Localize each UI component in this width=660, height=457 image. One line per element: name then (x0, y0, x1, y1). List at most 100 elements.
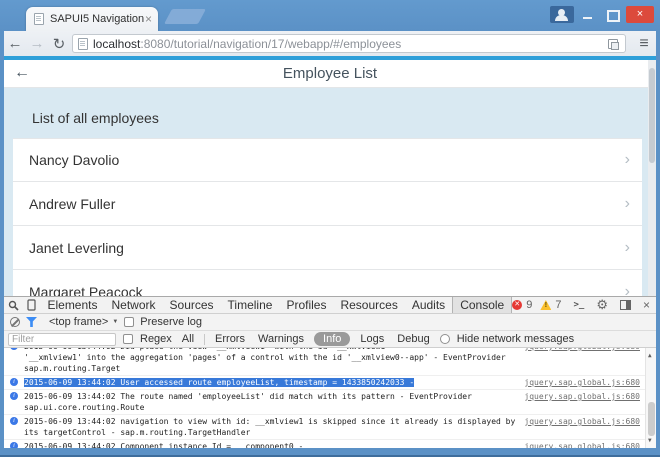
maximize-button[interactable] (602, 6, 622, 23)
console-message[interactable]: i jquery.sap.global.js:680 2015-06-09 13… (4, 348, 656, 376)
scroll-down-icon[interactable]: ▼ (648, 435, 652, 446)
chevron-down-icon: ▼ (112, 319, 118, 325)
filter-funnel-icon[interactable] (26, 317, 37, 327)
info-icon: i (10, 392, 18, 400)
tab-sources[interactable]: Sources (163, 297, 221, 313)
message-line: sap.ui.core.routing.Route (24, 402, 570, 413)
divider (204, 334, 205, 345)
error-count[interactable]: 9 (526, 299, 532, 311)
source-link[interactable]: jquery.sap.global.js:680 (524, 348, 640, 352)
console-message[interactable]: i jquery.sap.global.js:680 2015-06-09 13… (4, 390, 656, 415)
level-debug[interactable]: Debug (394, 333, 432, 345)
source-link[interactable]: jquery.sap.global.js:680 (524, 416, 640, 427)
preserve-log-checkbox[interactable] (124, 317, 134, 327)
devtools-close-icon[interactable]: × (643, 298, 650, 312)
window-close-button[interactable]: × (626, 6, 654, 23)
chevron-right-icon: › (625, 283, 630, 297)
error-icon[interactable]: ✕ (512, 300, 522, 310)
message-line: '__xmlview1' into the aggregation 'pages… (24, 352, 570, 374)
clear-console-icon[interactable] (10, 317, 20, 327)
inspect-element-icon[interactable] (4, 297, 22, 313)
tab-timeline[interactable]: Timeline (221, 297, 280, 313)
reload-icon[interactable]: ↻ (48, 35, 70, 53)
browser-tab[interactable]: SAPUI5 Navigation × (26, 7, 158, 31)
warning-icon[interactable]: ! (540, 300, 551, 310)
profile-icon[interactable] (550, 6, 574, 23)
favicon-page-icon (34, 13, 44, 25)
tab-console[interactable]: Console (452, 297, 512, 313)
titlebar: SAPUI5 Navigation × × (0, 0, 660, 31)
browser-toolbar: ← → ↻ localhost:8080/tutorial/navigation… (4, 31, 656, 56)
message-line: its targetControl - sap.m.routing.Target… (24, 427, 570, 438)
level-warnings[interactable]: Warnings (255, 333, 307, 345)
source-link[interactable]: jquery.sap.global.js:680 (524, 377, 640, 388)
level-errors[interactable]: Errors (212, 333, 248, 345)
regex-label: Regex (140, 333, 172, 345)
employee-name: Janet Leverling (29, 240, 625, 256)
console-drawer-icon[interactable]: >_ (573, 300, 584, 310)
employee-name: Margaret Peacock (29, 284, 625, 297)
message-line: 2015-06-09 13:44:02 Component instance I… (24, 441, 570, 448)
list-item[interactable]: Margaret Peacock › (13, 270, 642, 296)
preserve-log-label: Preserve log (140, 316, 202, 328)
list-item[interactable]: Janet Leverling › (13, 226, 642, 270)
scroll-up-icon[interactable]: ▲ (648, 350, 652, 361)
tab-elements[interactable]: Elements (40, 297, 104, 313)
window-bottom-border (0, 448, 660, 457)
employee-name: Andrew Fuller (29, 196, 625, 212)
console-message[interactable]: i jquery.sap.global.js:680 2015-06-09 13… (4, 440, 656, 448)
employee-name: Nancy Davolio (29, 152, 625, 168)
chevron-right-icon: › (625, 151, 630, 169)
tiles-icon[interactable] (608, 39, 618, 49)
source-link[interactable]: jquery.sap.global.js:680 (524, 391, 640, 402)
frame-selector[interactable]: <top frame> ▼ (49, 316, 118, 328)
chevron-right-icon: › (625, 195, 630, 213)
console-messages: i jquery.sap.global.js:680 2015-06-09 13… (4, 348, 656, 448)
regex-checkbox[interactable] (123, 334, 133, 344)
frame-selector-label: <top frame> (49, 316, 108, 328)
devtools-tabbar: Elements Network Sources Timeline Profil… (4, 297, 656, 314)
page-scrollbar[interactable] (648, 60, 656, 296)
app-back-icon[interactable]: ← (14, 64, 30, 82)
console-message-selected[interactable]: i jquery.sap.global.js:680 2015-06-09 13… (4, 376, 656, 390)
forward-icon[interactable]: → (26, 35, 48, 52)
level-all[interactable]: All (179, 333, 197, 345)
page-title: Employee List (4, 60, 656, 88)
url-host: localhost (93, 37, 140, 51)
employee-list: Nancy Davolio › Andrew Fuller › Janet Le… (13, 138, 642, 296)
page-icon (78, 38, 88, 50)
warning-count[interactable]: 7 (555, 299, 561, 311)
tab-profiles[interactable]: Profiles (279, 297, 333, 313)
filter-input[interactable] (8, 333, 116, 346)
url-path: :8080/tutorial/navigation/17/webapp/#/em… (140, 37, 401, 51)
console-scrollbar[interactable]: ▲ ▼ (645, 348, 656, 448)
info-icon: i (10, 378, 18, 386)
source-link[interactable]: jquery.sap.global.js:680 (524, 441, 640, 448)
level-logs[interactable]: Logs (357, 333, 387, 345)
new-tab-button[interactable] (164, 9, 206, 24)
scrollbar-thumb[interactable] (648, 402, 655, 436)
hide-network-label: Hide network messages (457, 333, 574, 345)
minimize-button[interactable] (578, 6, 598, 23)
list-item[interactable]: Andrew Fuller › (13, 182, 642, 226)
level-info[interactable]: Info (314, 332, 350, 346)
scrollbar-thumb[interactable] (649, 68, 655, 163)
message-line: 2015-06-09 13:44:02 navigation to view w… (24, 416, 570, 427)
console-toolbar: <top frame> ▼ Preserve log (4, 314, 656, 331)
tab-close-icon[interactable]: × (145, 14, 152, 24)
hide-network-checkbox[interactable] (440, 334, 450, 344)
dock-side-icon[interactable] (620, 300, 631, 310)
tab-resources[interactable]: Resources (333, 297, 404, 313)
console-message[interactable]: i jquery.sap.global.js:680 2015-06-09 13… (4, 415, 656, 440)
menu-icon[interactable]: ≡ (632, 35, 656, 53)
url-text[interactable]: localhost:8080/tutorial/navigation/17/we… (93, 37, 608, 51)
back-icon[interactable]: ← (4, 35, 26, 52)
app-header: ← Employee List (4, 60, 656, 88)
panel-title: List of all employees (32, 110, 656, 126)
gear-icon[interactable]: ⚙ (596, 297, 608, 313)
device-toolbar-icon[interactable] (22, 297, 40, 313)
list-item[interactable]: Nancy Davolio › (13, 138, 642, 182)
tab-network[interactable]: Network (105, 297, 163, 313)
address-bar[interactable]: localhost:8080/tutorial/navigation/17/we… (72, 34, 626, 53)
tab-audits[interactable]: Audits (405, 297, 452, 313)
